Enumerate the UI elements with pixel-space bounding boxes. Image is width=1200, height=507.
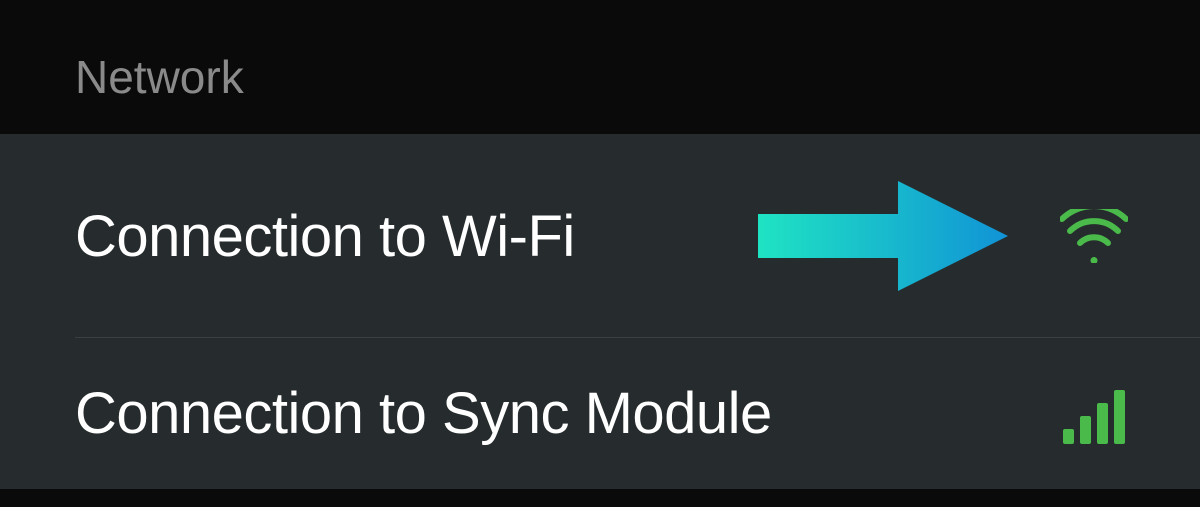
list-item-label: Connection to Wi-Fi bbox=[75, 203, 575, 270]
signal-bars-icon bbox=[1058, 384, 1130, 444]
list-item-right bbox=[718, 176, 1130, 296]
list-item-label: Connection to Sync Module bbox=[75, 380, 772, 447]
list-item-sync-module[interactable]: Connection to Sync Module bbox=[0, 338, 1200, 489]
list-item-wifi[interactable]: Connection to Wi-Fi bbox=[0, 134, 1200, 338]
section-header-network: Network bbox=[0, 0, 1200, 134]
wifi-icon bbox=[1058, 206, 1130, 266]
list-item-right bbox=[1058, 384, 1130, 444]
network-list: Connection to Wi-Fi bbox=[0, 134, 1200, 489]
arrow-annotation bbox=[718, 176, 1018, 296]
arrow-right-icon bbox=[718, 176, 1018, 296]
